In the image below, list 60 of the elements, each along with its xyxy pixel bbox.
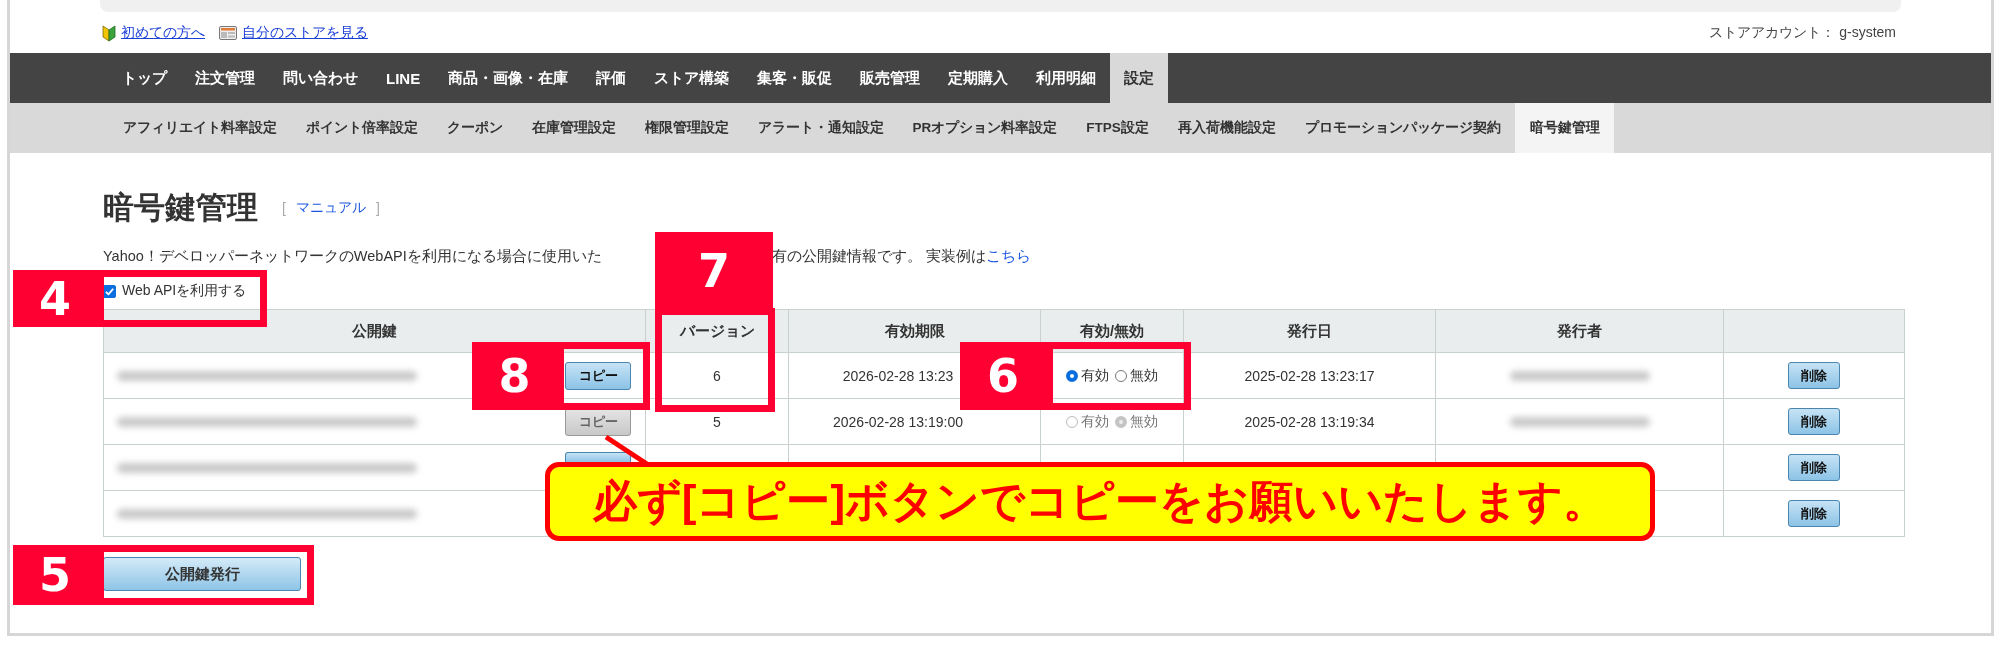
column-header: 有効期限 — [788, 309, 1041, 353]
nav-tab[interactable]: 集客・販促 — [743, 53, 847, 103]
nav-tab[interactable]: 販売管理 — [846, 53, 935, 103]
delete-button[interactable]: 削除 — [1788, 500, 1840, 527]
account-label: ストアアカウント： g-system — [1709, 23, 1896, 42]
nav-tab[interactable]: トップ — [108, 53, 181, 103]
copy-button[interactable] — [565, 452, 631, 462]
sub-nav-tab[interactable]: アラート・通知設定 — [743, 103, 898, 153]
sub-nav-tab[interactable]: PRオプション料率設定 — [898, 103, 1072, 153]
sub-nav-tab[interactable]: 権限管理設定 — [630, 103, 743, 153]
step-number: 8 — [472, 342, 557, 410]
callout-note: 必ず[コピー]ボタンでコピーをお願いいたします。 — [545, 462, 1655, 541]
radio-button[interactable] — [1115, 369, 1127, 382]
sub-nav-tab[interactable]: クーポン — [432, 103, 517, 153]
radio-label: 有効 — [1081, 366, 1109, 385]
nav-tab[interactable]: ストア構築 — [640, 53, 744, 103]
nav-tab[interactable]: 利用明細 — [1022, 53, 1111, 103]
page-title: 暗号鍵管理 — [103, 189, 258, 227]
radio-label: 無効 — [1130, 412, 1158, 431]
nav-tab[interactable]: 定期購入 — [934, 53, 1023, 103]
sub-nav-tab[interactable]: アフィリエイト料率設定 — [108, 103, 291, 153]
nav-tab[interactable]: 商品・画像・在庫 — [434, 53, 583, 103]
sub-nav-tab[interactable]: 在庫管理設定 — [517, 103, 630, 153]
nav-tab[interactable]: 評価 — [582, 53, 641, 103]
copy-button[interactable]: コピー — [565, 361, 631, 390]
top-link[interactable]: 初めての方へ — [121, 23, 205, 42]
step-number: 6 — [960, 342, 1046, 410]
delete-button[interactable]: 削除 — [1788, 454, 1840, 481]
table-cell: 2025-02-28 13:19:34 — [1183, 398, 1436, 445]
column-header: 発行者 — [1435, 309, 1724, 353]
top-link[interactable]: 自分のストアを見る — [242, 23, 368, 42]
radio-button[interactable] — [1066, 369, 1078, 382]
leaf-icon — [102, 23, 116, 42]
column-header: 発行日 — [1183, 309, 1436, 353]
delete-button[interactable]: 削除 — [1788, 362, 1840, 389]
nav-tab[interactable]: 問い合わせ — [269, 53, 372, 103]
step-number: 5 — [13, 545, 97, 605]
step-number: 4 — [13, 270, 97, 327]
sub-nav-tab[interactable]: ポイント倍率設定 — [291, 103, 432, 153]
window-icon — [219, 25, 237, 40]
table-cell: 5 — [645, 398, 789, 445]
bracket: [ — [282, 200, 286, 216]
radio-label: 無効 — [1130, 366, 1158, 385]
step-number: 7 — [655, 232, 773, 310]
sub-nav-tab[interactable]: 暗号鍵管理 — [1515, 103, 1615, 153]
nav-tab[interactable]: 設定 — [1110, 53, 1169, 103]
manual-link[interactable]: マニュアル — [295, 199, 366, 217]
example-link[interactable]: こちら — [986, 246, 1032, 266]
checkbox-label: Web APIを利用する — [122, 282, 247, 300]
nav-tab[interactable]: 注文管理 — [181, 53, 269, 103]
sub-nav-tab[interactable]: プロモーションパッケージ契約 — [1290, 103, 1516, 153]
description-text: 有の公開鍵情報です。 実装例は — [772, 246, 987, 266]
bracket: ] — [375, 200, 380, 216]
delete-button[interactable]: 削除 — [1788, 408, 1840, 435]
sub-nav-tab[interactable]: FTPS設定 — [1071, 103, 1164, 153]
sub-nav-tab[interactable]: 再入荷機能設定 — [1163, 103, 1291, 153]
issue-key-button[interactable]: 公開鍵発行 — [103, 557, 301, 591]
nav-tab[interactable]: LINE — [372, 53, 435, 103]
description-text: Yahoo！デベロッパーネットワークのWebAPIを利用になる場合に使用いた — [103, 246, 603, 266]
radio-label: 有効 — [1081, 412, 1109, 431]
